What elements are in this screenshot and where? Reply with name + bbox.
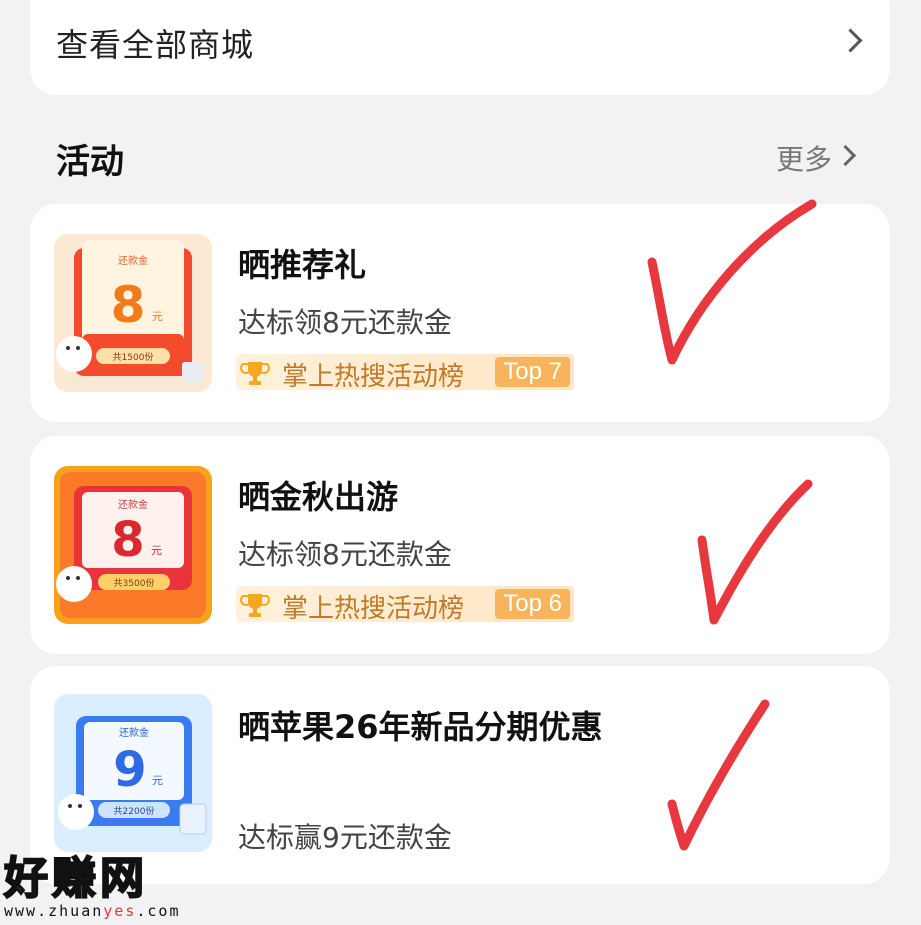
- trophy-icon: [240, 362, 270, 385]
- top-rank-badge: Top 6: [495, 589, 570, 619]
- hot-rank-label: 掌上热搜活动榜: [282, 594, 465, 624]
- thumb-quota: 共2200份: [114, 805, 155, 817]
- activity-card-share-recommend[interactable]: 还款金 8 元 共1500份 晒推荐礼 达标领8元还款金 掌上热搜活动榜 Top…: [30, 204, 890, 422]
- view-all-stores-label: 查看全部商城: [56, 26, 255, 64]
- thumb-unit: 元: [152, 774, 163, 787]
- activity-desc: 达标赢9元还款金: [238, 821, 452, 854]
- view-all-stores-card[interactable]: 查看全部商城: [30, 0, 890, 95]
- watermark-logo: 好赚网 www.zhuanyes.com: [3, 842, 181, 920]
- thumb-amount: 9: [113, 742, 146, 798]
- activity-desc: 达标领8元还款金: [238, 306, 452, 339]
- top-rank-badge: Top 7: [495, 357, 570, 387]
- activity-thumbnail: 还款金 9 元 共2200份: [54, 694, 212, 852]
- thumb-quota: 共1500份: [113, 351, 154, 363]
- watermark-url: www.zhuanyes.com: [4, 902, 181, 920]
- thumb-unit: 元: [151, 544, 162, 557]
- activity-thumbnail: 还款金 8 元 共3500份: [54, 466, 212, 624]
- chevron-right-icon: [834, 144, 857, 167]
- activity-title: 晒推荐礼: [238, 246, 367, 284]
- hot-rank-badge: 掌上热搜活动榜 Top 6: [236, 586, 574, 624]
- hot-rank-label: 掌上热搜活动榜: [282, 362, 465, 392]
- thumb-label: 还款金: [118, 254, 148, 267]
- thumb-amount: 8: [111, 512, 144, 568]
- activity-title: 晒金秋出游: [238, 478, 399, 516]
- trophy-icon: [240, 594, 270, 617]
- chevron-right-icon: [838, 28, 863, 53]
- thumb-quota: 共3500份: [114, 577, 155, 589]
- thumb-unit: 元: [152, 310, 163, 323]
- activity-card-autumn-travel[interactable]: 还款金 8 元 共3500份 晒金秋出游 达标领8元还款金 掌上热搜活动榜 To…: [30, 436, 890, 654]
- activity-desc: 达标领8元还款金: [238, 538, 452, 571]
- thumb-label: 还款金: [119, 726, 149, 739]
- more-label: 更多: [776, 143, 833, 176]
- thumb-amount: 8: [111, 276, 146, 334]
- hot-rank-badge: 掌上热搜活动榜 Top 7: [236, 354, 574, 392]
- activity-thumbnail: 还款金 8 元 共1500份: [54, 234, 212, 392]
- activity-title: 晒苹果26年新品分期优惠: [238, 708, 603, 746]
- thumb-label: 还款金: [118, 498, 148, 511]
- watermark-title: 好赚网: [3, 852, 148, 905]
- section-title: 活动: [56, 142, 124, 182]
